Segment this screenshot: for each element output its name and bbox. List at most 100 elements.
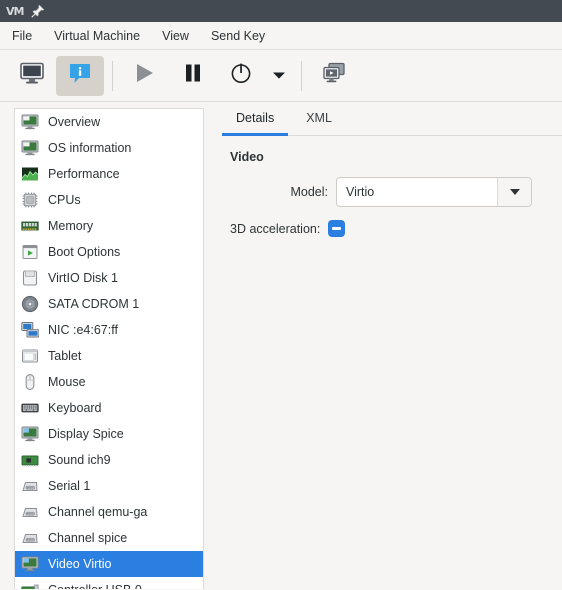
sidebar-item-cpus[interactable]: CPUs (15, 187, 203, 213)
sidebar-item-display-spice[interactable]: Display Spice (15, 421, 203, 447)
monitor-icon (19, 61, 45, 90)
display-icon (21, 425, 39, 443)
window-titlebar: VM (0, 0, 562, 22)
shutdown-menu-button[interactable] (265, 56, 293, 96)
snapshots-button[interactable] (310, 56, 358, 96)
monitor-icon (21, 113, 39, 131)
app-logo: VM (6, 4, 24, 18)
shutdown-button[interactable] (217, 56, 265, 96)
pause-icon (180, 61, 206, 90)
sidebar-item-label: Serial 1 (48, 479, 91, 493)
tab-bar: Details XML (222, 102, 562, 136)
3d-acceleration-label: 3D acceleration: (230, 221, 321, 236)
usb-controller-icon (21, 581, 39, 589)
sidebar-item-label: Tablet (48, 349, 82, 363)
sidebar-item-label: Channel qemu-ga (48, 505, 148, 519)
toolbar (0, 50, 562, 102)
sidebar-item-label: Display Spice (48, 427, 124, 441)
cdrom-disc-icon (21, 295, 39, 313)
sidebar-item-tablet[interactable]: Tablet (15, 343, 203, 369)
content-area: Overview OS information Performance CPUs… (0, 102, 562, 589)
checkbox-dash-icon (332, 227, 342, 230)
sidebar-item-label: NIC :e4:67:ff (48, 323, 118, 337)
sidebar-item-label: SATA CDROM 1 (48, 297, 140, 311)
sidebar-item-label: Channel spice (48, 531, 128, 545)
info-bubble-icon (67, 61, 93, 90)
sidebar-item-keyboard[interactable]: Keyboard (15, 395, 203, 421)
memory-stick-icon (21, 217, 39, 235)
network-card-icon (21, 321, 40, 339)
power-icon (228, 61, 254, 90)
graph-icon (21, 165, 39, 183)
tab-xml[interactable]: XML (292, 105, 346, 136)
chevron-down-icon (509, 189, 520, 195)
hardware-sidebar[interactable]: Overview OS information Performance CPUs… (14, 108, 204, 589)
serial-port-icon (21, 529, 39, 547)
play-icon (132, 61, 158, 90)
details-pane: Details XML Video Model: Virtio 3D accel… (204, 102, 562, 589)
3d-acceleration-row: 3D acceleration: (230, 220, 548, 237)
model-dropdown-button[interactable] (497, 178, 531, 206)
console-view-button[interactable] (8, 56, 56, 96)
sidebar-item-label: OS information (48, 141, 132, 155)
sidebar-item-label: Memory (48, 219, 94, 233)
run-button[interactable] (121, 56, 169, 96)
sidebar-item-label: Keyboard (48, 401, 102, 415)
sidebar-item-label: Video Virtio (48, 557, 112, 571)
disk-icon (21, 269, 39, 287)
sidebar-item-channel-qemu-ga[interactable]: Channel qemu-ga (15, 499, 203, 525)
sidebar-item-sound-ich9[interactable]: Sound ich9 (15, 447, 203, 473)
toolbar-separator-2 (301, 60, 302, 91)
chevron-down-icon (272, 67, 286, 85)
menu-item-view[interactable]: View (160, 27, 191, 45)
sidebar-item-label: VirtIO Disk 1 (48, 271, 118, 285)
sidebar-item-channel-spice[interactable]: Channel spice (15, 525, 203, 551)
video-settings-form: Video Model: Virtio 3D acceleration: (222, 136, 562, 237)
sidebar-item-mouse[interactable]: Mouse (15, 369, 203, 395)
mouse-icon (21, 373, 39, 391)
sidebar-item-label: Performance (48, 167, 120, 181)
sound-card-icon (21, 451, 39, 469)
serial-port-icon (21, 477, 39, 495)
menu-item-send-key[interactable]: Send Key (209, 27, 267, 45)
tab-details[interactable]: Details (222, 105, 289, 136)
sidebar-item-performance[interactable]: Performance (15, 161, 203, 187)
sidebar-item-label: Overview (48, 115, 101, 129)
pause-button[interactable] (169, 56, 217, 96)
toolbar-separator-1 (112, 60, 113, 91)
menu-item-virtual-machine[interactable]: Virtual Machine (52, 27, 142, 45)
boot-play-icon (21, 243, 39, 261)
cpu-chip-icon (21, 191, 39, 209)
screens-icon (321, 61, 347, 90)
sidebar-item-label: Controller USB 0 (48, 583, 142, 589)
model-combobox[interactable]: Virtio (336, 177, 532, 207)
menu-item-file[interactable]: File (10, 27, 34, 45)
sidebar-item-memory[interactable]: Memory (15, 213, 203, 239)
tablet-icon (21, 347, 39, 365)
pin-icon[interactable] (31, 4, 45, 18)
sidebar-item-os-information[interactable]: OS information (15, 135, 203, 161)
monitor-icon (21, 139, 39, 157)
sidebar-item-serial-1[interactable]: Serial 1 (15, 473, 203, 499)
sidebar-item-virtio-disk-1[interactable]: VirtIO Disk 1 (15, 265, 203, 291)
sidebar-item-label: Mouse (48, 375, 86, 389)
sidebar-item-label: Boot Options (48, 245, 121, 259)
sidebar-item-label: CPUs (48, 193, 81, 207)
menubar: File Virtual Machine View Send Key (0, 22, 562, 50)
model-value: Virtio (346, 185, 375, 199)
details-view-button[interactable] (56, 55, 104, 96)
display-icon (21, 555, 39, 573)
sidebar-item-video-virtio[interactable]: Video Virtio (15, 551, 203, 577)
serial-port-icon (21, 503, 39, 521)
sidebar-item-nic[interactable]: NIC :e4:67:ff (15, 317, 203, 343)
sidebar-item-label: Sound ich9 (48, 453, 111, 467)
3d-acceleration-checkbox[interactable] (328, 220, 346, 237)
model-row: Model: Virtio (230, 177, 548, 207)
sidebar-item-boot-options[interactable]: Boot Options (15, 239, 203, 265)
sidebar-item-overview[interactable]: Overview (15, 109, 203, 135)
section-title-video: Video (230, 150, 264, 164)
sidebar-item-sata-cdrom-1[interactable]: SATA CDROM 1 (15, 291, 203, 317)
sidebar-item-controller-usb-0[interactable]: Controller USB 0 (15, 577, 203, 589)
model-label: Model: (290, 185, 328, 199)
keyboard-icon (21, 399, 39, 417)
